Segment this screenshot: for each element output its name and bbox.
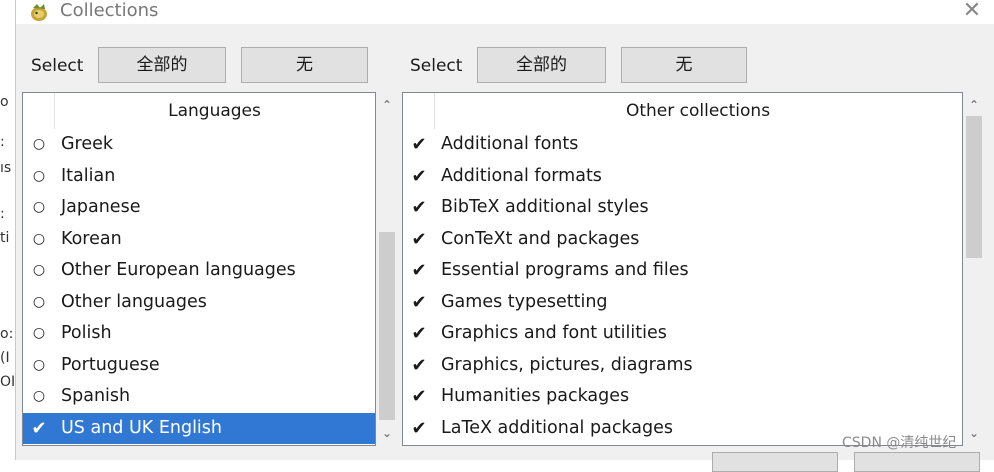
other-collections-scrollbar[interactable]: ⌃ ⌄ <box>963 92 985 446</box>
list-item-label: Other languages <box>61 291 207 312</box>
collections-dialog: Collections ✕ Select 全部的 无 Select 全部的 无 … <box>15 0 994 472</box>
circle-icon: ○ <box>32 356 46 373</box>
circle-icon: ○ <box>32 230 46 247</box>
list-item[interactable]: ○ Japanese <box>23 192 375 224</box>
list-item[interactable]: ✔ ConTeXt and packages <box>403 224 962 256</box>
list-item-label: Korean <box>61 228 122 249</box>
checkmark-icon: ✔ <box>411 134 427 155</box>
list-item-label: Essential programs and files <box>441 260 689 280</box>
other-collections-scroll-thumb[interactable] <box>966 116 982 258</box>
checkmark-icon: ✔ <box>31 417 47 439</box>
left-select-none-button[interactable]: 无 <box>241 47 368 83</box>
watermark: CSDN @清纯世纪 <box>842 435 957 451</box>
checkmark-icon: ✔ <box>411 165 427 187</box>
other-collections-rows: ✔ Additional fonts ✔ Additional formats ✔ Bib… <box>403 129 962 444</box>
bg-fragment: o: <box>0 326 14 342</box>
list-item-label: Games typesetting <box>441 291 608 312</box>
languages-scroll-thumb[interactable] <box>379 232 395 420</box>
list-item-label: Italian <box>61 165 116 186</box>
list-item-label: Graphics, pictures, diagrams <box>441 354 693 375</box>
list-item[interactable]: ○ Other European languages <box>23 255 375 287</box>
list-item[interactable]: ✔ Graphics, pictures, diagrams <box>403 350 962 382</box>
background-window-fragment: o : ıs : ti o: (I OI <box>0 0 15 460</box>
left-select-label: Select <box>31 56 84 76</box>
scroll-up-icon[interactable]: ⌃ <box>963 94 985 116</box>
checkmark-icon: ✔ <box>411 260 427 281</box>
list-item[interactable]: ✔ Graphics and font utilities <box>403 318 962 350</box>
circle-icon: ○ <box>32 388 46 404</box>
scroll-down-icon[interactable]: ⌄ <box>963 422 985 444</box>
list-item[interactable]: ✔ Humanities packages <box>403 381 962 413</box>
bg-fragment: OI <box>0 374 15 390</box>
list-item[interactable]: ○ Polish <box>23 318 375 350</box>
scroll-down-icon[interactable]: ⌄ <box>376 422 398 444</box>
circle-icon: ○ <box>32 262 46 278</box>
list-item-label: LaTeX additional packages <box>441 417 673 438</box>
other-collections-header[interactable]: Other collections <box>403 93 962 129</box>
list-item[interactable]: ○ Spanish <box>23 381 375 413</box>
list-item-label: Japanese <box>61 197 141 217</box>
other-collections-header-text: Other collections <box>625 101 771 121</box>
circle-icon: ○ <box>32 293 46 310</box>
list-item-label: ConTeXt and packages <box>441 228 640 249</box>
list-item[interactable]: ✔ US and UK English <box>23 412 375 444</box>
list-item[interactable]: ✔ Additional formats <box>403 161 962 193</box>
other-collections-list[interactable]: Other collections ✔ Additional fonts ✔ Addi… <box>402 92 963 446</box>
list-item[interactable]: ✔ Essential programs and files <box>403 255 962 287</box>
languages-scrollbar[interactable]: ⌃ ⌄ <box>376 92 398 446</box>
list-item-label: US and UK English <box>61 417 223 438</box>
circle-icon: ○ <box>32 136 46 152</box>
bg-fragment: ti <box>0 230 10 246</box>
languages-list-header[interactable]: Languages <box>23 93 375 129</box>
checkmark-icon: ✔ <box>411 228 427 250</box>
checkmark-icon: ✔ <box>411 386 427 407</box>
bottom-button-partial[interactable] <box>712 452 838 472</box>
bg-fragment: ıs <box>0 160 12 176</box>
languages-header-text: Languages <box>168 101 261 121</box>
list-item-label: Greek <box>61 134 114 154</box>
list-item[interactable]: ○ Other languages <box>23 287 375 319</box>
list-item[interactable]: ✔ BibTeX additional styles <box>403 192 962 224</box>
bottom-button-partial[interactable] <box>854 452 980 472</box>
circle-icon: ○ <box>32 199 46 215</box>
left-select-all-button[interactable]: 全部的 <box>98 47 226 83</box>
app-icon <box>31 4 47 21</box>
right-select-label: Select <box>410 56 463 76</box>
list-item-label: Portuguese <box>61 354 160 375</box>
list-item[interactable]: ✔ Additional fonts <box>403 129 962 161</box>
checkmark-icon: ✔ <box>411 417 427 439</box>
list-item[interactable]: ○ Portuguese <box>23 350 375 382</box>
list-item[interactable]: ○ Greek <box>23 129 375 161</box>
list-item-label: Additional fonts <box>441 134 579 154</box>
right-select-all-button[interactable]: 全部的 <box>477 47 606 83</box>
list-item-label: Spanish <box>61 386 131 406</box>
list-item-label: Other European languages <box>61 260 296 280</box>
circle-icon: ○ <box>32 167 46 184</box>
close-icon[interactable]: ✕ <box>960 0 984 22</box>
list-item[interactable]: ○ Italian <box>23 161 375 193</box>
list-item-label: Humanities packages <box>441 386 630 406</box>
languages-list[interactable]: Languages ○ Greek ○ Italian ○ Japanese ○ Korean… <box>22 92 376 446</box>
bg-fragment: (I <box>0 350 10 366</box>
list-item[interactable]: ○ Korean <box>23 224 375 256</box>
bg-fragment: o <box>0 94 9 110</box>
checkmark-icon: ✔ <box>411 323 427 344</box>
checkmark-icon: ✔ <box>411 354 427 376</box>
circle-icon: ○ <box>32 325 46 341</box>
list-item-label: Polish <box>61 323 112 343</box>
bg-fragment: : <box>0 134 5 150</box>
languages-rows: ○ Greek ○ Italian ○ Japanese ○ Korean ○ Other Eur… <box>23 129 375 444</box>
checkmark-icon: ✔ <box>411 291 427 313</box>
list-item-label: Additional formats <box>441 165 602 186</box>
window-title: Collections <box>60 0 159 21</box>
checkmark-icon: ✔ <box>411 197 427 218</box>
list-item[interactable]: ✔ Games typesetting <box>403 287 962 319</box>
right-select-none-button[interactable]: 无 <box>621 47 747 83</box>
title-bar: Collections ✕ <box>16 0 994 24</box>
bg-fragment: : <box>0 206 5 222</box>
list-item-label: BibTeX additional styles <box>441 197 649 217</box>
scroll-up-icon[interactable]: ⌃ <box>376 94 398 116</box>
list-item-label: Graphics and font utilities <box>441 323 667 343</box>
